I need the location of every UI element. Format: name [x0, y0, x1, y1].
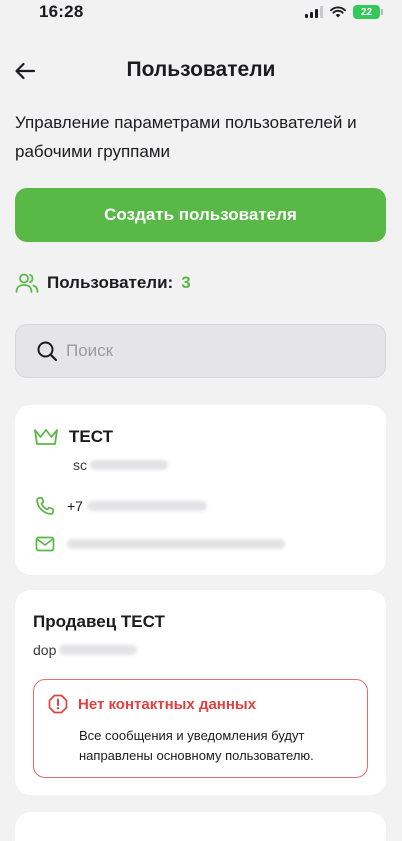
- search-placeholder: Поиск: [66, 341, 114, 360]
- alert-text: Все сообщения и уведомления будут направ…: [79, 728, 314, 763]
- page-title: Пользователи: [126, 58, 276, 81]
- users-count-value: 3: [181, 273, 191, 292]
- user-card[interactable]: Продавец ТЕСТ dop Нет контактных данных …: [15, 590, 386, 795]
- hidden-email: [67, 539, 285, 549]
- create-user-button[interactable]: Создать пользователя: [15, 188, 386, 242]
- user-card-header: ТЕСТ: [33, 427, 113, 447]
- search-input[interactable]: Поиск: [15, 324, 386, 378]
- crown-icon: [34, 429, 58, 445]
- users-icon: [15, 273, 39, 293]
- status-icons: 22: [305, 5, 383, 19]
- phone-icon: [36, 497, 54, 515]
- battery-icon: 22: [353, 5, 383, 19]
- user-email[interactable]: [35, 536, 285, 552]
- status-bar: 16:28 22: [0, 0, 402, 30]
- status-time: 16:28: [39, 2, 84, 21]
- user-card[interactable]: ТЕСТ sc +7: [15, 405, 386, 575]
- wifi-icon: [330, 6, 346, 18]
- mail-icon: [35, 536, 55, 552]
- user-login: dop: [33, 642, 138, 658]
- user-name: ТЕСТ: [69, 427, 113, 446]
- page-subtitle: Управление параметрами пользователей и р…: [15, 113, 357, 161]
- search-icon: [37, 341, 58, 362]
- users-count: Пользователи: 3: [15, 272, 191, 294]
- users-count-label: Пользователи:: [47, 273, 174, 292]
- user-card[interactable]: [15, 812, 386, 841]
- user-login: sc: [73, 457, 168, 473]
- signal-icon: [305, 6, 323, 18]
- user-phone[interactable]: +7: [35, 496, 207, 516]
- alert-title: Нет контактных данных: [78, 695, 257, 713]
- no-contacts-alert: Нет контактных данных Все сообщения и ув…: [33, 679, 368, 778]
- user-name: Продавец ТЕСТ: [33, 612, 165, 631]
- hidden-login: [59, 645, 138, 655]
- hidden-login: [90, 460, 168, 470]
- alert-icon: [48, 694, 68, 714]
- header: Пользователи: [0, 52, 402, 90]
- hidden-phone: [86, 501, 207, 511]
